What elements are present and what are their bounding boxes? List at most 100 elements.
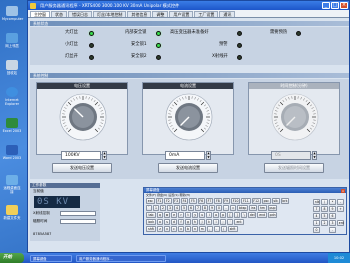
key-f[interactable]: f bbox=[178, 219, 184, 225]
taskbar-item-keyboard[interactable]: 屏幕键盘 bbox=[30, 254, 72, 262]
key-j[interactable]: j bbox=[199, 219, 205, 225]
tab-error-log[interactable]: 错误日志 bbox=[68, 11, 92, 17]
key-w[interactable]: w bbox=[164, 212, 171, 218]
key-F5[interactable]: F5 bbox=[189, 198, 197, 204]
key-d[interactable]: d bbox=[171, 219, 177, 225]
key-sym13[interactable]: \ bbox=[241, 212, 248, 218]
key-sym12[interactable]: = bbox=[230, 205, 237, 211]
numpad-key-8[interactable]: 8 bbox=[321, 206, 328, 212]
key-sym8[interactable]: , bbox=[206, 226, 213, 232]
key-7[interactable]: 7 bbox=[195, 205, 201, 211]
key-8[interactable]: 8 bbox=[202, 205, 208, 211]
key-slk[interactable]: slk bbox=[271, 198, 280, 204]
key-F3[interactable]: F3 bbox=[172, 198, 180, 204]
key-F10[interactable]: F10 bbox=[230, 198, 241, 204]
start-button[interactable]: 开始 bbox=[0, 253, 24, 263]
key-pdn[interactable]: pdn bbox=[267, 212, 278, 218]
key-ent[interactable]: ent bbox=[234, 219, 244, 225]
desktop-icon-folder[interactable]: 新建文件夹 bbox=[2, 205, 22, 220]
minimize-button[interactable]: _ bbox=[322, 2, 330, 9]
key-bksp[interactable]: bksp bbox=[237, 205, 249, 211]
current-knob[interactable] bbox=[165, 93, 213, 141]
numpad-key-5[interactable]: 5 bbox=[321, 213, 328, 219]
tab-filament[interactable]: 灯丝/本地控制 bbox=[93, 11, 127, 17]
taskbar-item-app[interactable]: 用户服务器通讯程序... bbox=[76, 254, 166, 262]
key-shft[interactable]: shft bbox=[227, 226, 238, 232]
numpad-key-0[interactable]: 0 bbox=[313, 227, 320, 233]
desktop-icon-excel[interactable]: Excel 2003 bbox=[2, 118, 22, 133]
key-y[interactable]: y bbox=[192, 212, 199, 218]
key-sym11[interactable]: ' bbox=[227, 219, 233, 225]
numpad-key-4[interactable]: 4 bbox=[313, 213, 320, 219]
title-bar[interactable]: 用户服务器通讯程序 - XRTS400 3000.100 KV 30mA Uni… bbox=[28, 1, 349, 10]
numpad-key-3[interactable]: 3 bbox=[329, 220, 336, 226]
voltage-knob[interactable] bbox=[59, 93, 107, 141]
key-h[interactable]: h bbox=[192, 219, 198, 225]
key-9[interactable]: 9 bbox=[209, 205, 215, 211]
key-c[interactable]: c bbox=[171, 226, 177, 232]
desktop-icon-remote[interactable]: 远程桌面连接 bbox=[2, 175, 22, 194]
time-spinner[interactable]: ▲ ▼ bbox=[312, 151, 317, 160]
key-l[interactable]: l bbox=[213, 219, 219, 225]
key-esc[interactable]: esc bbox=[146, 198, 155, 204]
numpad-key-sym3[interactable]: - bbox=[337, 199, 344, 205]
key-p[interactable]: p bbox=[220, 212, 227, 218]
key-o[interactable]: o bbox=[213, 212, 220, 218]
tab-comm[interactable]: 通讯 bbox=[219, 11, 236, 17]
desktop-icon-ie[interactable]: Internet Explorer bbox=[2, 87, 22, 106]
desktop-icon-word[interactable]: Word 2003 bbox=[2, 145, 22, 160]
key-m[interactable]: m bbox=[199, 226, 206, 232]
numpad-key-7[interactable]: 7 bbox=[313, 206, 320, 212]
send-voltage-button[interactable]: 发送电压设置 bbox=[52, 163, 112, 173]
tab-factory-settings[interactable]: 工厂设置 bbox=[194, 11, 219, 17]
keyboard-title-bar[interactable]: 屏幕键盘 × bbox=[144, 188, 346, 193]
key-F6[interactable]: F6 bbox=[197, 198, 205, 204]
key-z[interactable]: z bbox=[157, 226, 163, 232]
desktop-icon-recycle-bin[interactable]: 回收站 bbox=[2, 60, 22, 75]
close-button[interactable]: × bbox=[340, 2, 348, 9]
key-F11[interactable]: F11 bbox=[241, 198, 251, 204]
tab-adjust[interactable]: 调整 bbox=[152, 11, 169, 17]
key-t[interactable]: t bbox=[185, 212, 192, 218]
key-brk[interactable]: brk bbox=[280, 198, 290, 204]
key-sym11[interactable]: - bbox=[223, 205, 229, 211]
key-b[interactable]: b bbox=[185, 226, 191, 232]
numpad-key-2[interactable]: 2 bbox=[321, 220, 328, 226]
key-hm[interactable]: hm bbox=[258, 205, 267, 211]
keyboard-close-button[interactable]: × bbox=[341, 188, 345, 193]
voltage-value-field[interactable]: 100KV bbox=[61, 151, 101, 160]
numpad-key-ent[interactable]: ent bbox=[337, 220, 344, 226]
maximize-button[interactable]: □ bbox=[331, 2, 339, 9]
key-sym9[interactable]: . bbox=[213, 226, 220, 232]
key-n[interactable]: n bbox=[192, 226, 198, 232]
key-F9[interactable]: F9 bbox=[222, 198, 230, 204]
key-i[interactable]: i bbox=[206, 212, 213, 218]
send-time-button[interactable]: 发送辐照时间设置 bbox=[264, 163, 324, 173]
time-value-field[interactable]: 0S bbox=[271, 151, 311, 160]
key-F1[interactable]: F1 bbox=[155, 198, 164, 204]
key-u[interactable]: u bbox=[199, 212, 206, 218]
tab-main[interactable]: 主控窗 bbox=[30, 11, 50, 17]
time-knob[interactable] bbox=[271, 93, 319, 141]
key-6[interactable]: 6 bbox=[188, 205, 194, 211]
key-s[interactable]: s bbox=[164, 219, 170, 225]
key-shft[interactable]: shft bbox=[146, 226, 156, 232]
key-del[interactable]: del bbox=[248, 212, 257, 218]
numpad-key-1[interactable]: 1 bbox=[313, 220, 320, 226]
tab-user-settings[interactable]: 用户设置 bbox=[169, 11, 194, 17]
numpad-key-sym2[interactable]: * bbox=[329, 199, 336, 205]
current-value-field[interactable]: 0mA bbox=[165, 151, 205, 160]
tab-status[interactable]: 状态 bbox=[51, 11, 67, 17]
key-ins[interactable]: ins bbox=[249, 205, 258, 211]
send-current-button[interactable]: 发送电流设置 bbox=[158, 163, 218, 173]
key-k[interactable]: k bbox=[206, 219, 212, 225]
key-5[interactable]: 5 bbox=[181, 205, 187, 211]
numpad-key-sym18[interactable]: . bbox=[329, 227, 336, 233]
key-F4[interactable]: F4 bbox=[180, 198, 189, 204]
key-0[interactable]: 0 bbox=[216, 205, 222, 211]
key-2[interactable]: 2 bbox=[160, 205, 166, 211]
key-F12[interactable]: F12 bbox=[251, 198, 261, 204]
key-r[interactable]: r bbox=[178, 212, 185, 218]
key-sym10[interactable]: / bbox=[220, 226, 227, 232]
key-tab[interactable]: tab bbox=[146, 212, 156, 218]
